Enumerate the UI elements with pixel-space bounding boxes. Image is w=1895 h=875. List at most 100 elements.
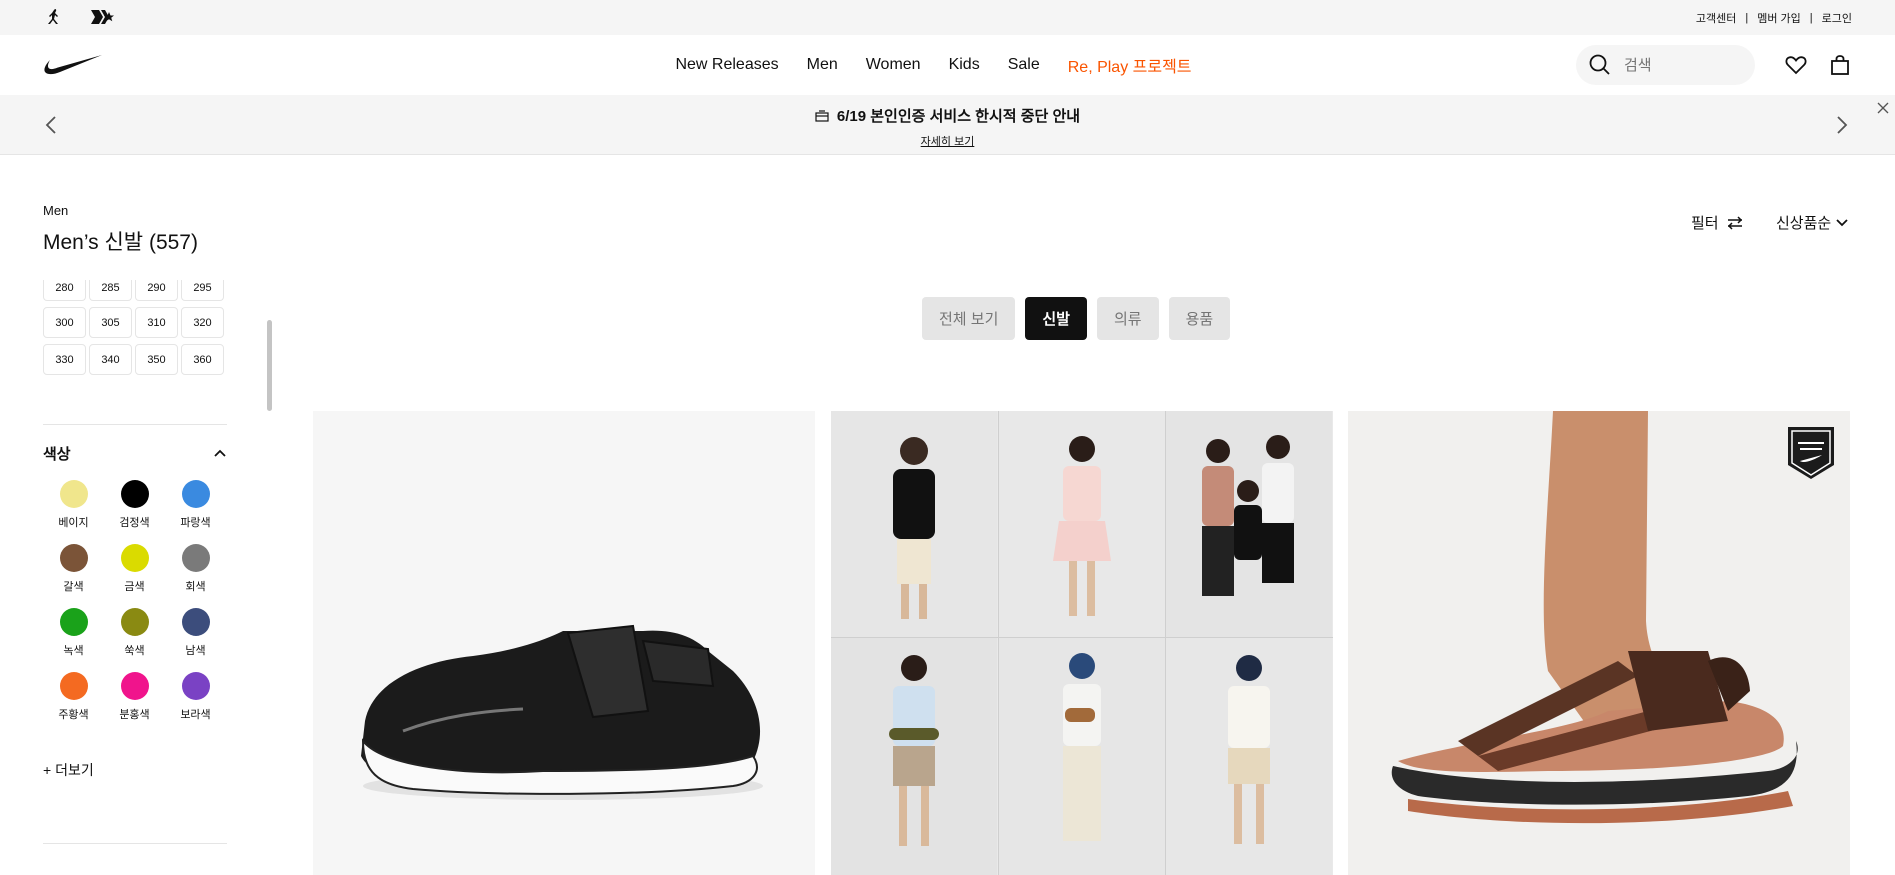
color-option[interactable]: 분홍색	[104, 672, 165, 722]
size-option[interactable]: 290	[135, 280, 178, 301]
sort-dropdown[interactable]: 신상품순	[1776, 212, 1849, 233]
sort-label: 신상품순	[1776, 215, 1832, 232]
converse-logo-icon[interactable]	[88, 6, 116, 28]
color-option[interactable]: 금색	[104, 544, 165, 594]
color-section-header[interactable]: 색상	[43, 442, 227, 464]
size-option[interactable]: 340	[89, 344, 132, 375]
breadcrumb[interactable]: Men	[43, 203, 68, 218]
color-option[interactable]: 파랑색	[165, 480, 226, 530]
color-label: 녹색	[63, 645, 84, 657]
color-option[interactable]: 베이지	[43, 480, 104, 530]
chip-all[interactable]: 전체 보기	[922, 297, 1016, 340]
sidebar-scrollbar[interactable]	[267, 320, 272, 411]
utility-bar: 고객센터 | 멤버 가입 | 로그인	[0, 0, 1895, 35]
model-photo	[1166, 638, 1333, 875]
promo-next-chevron-right-icon[interactable]	[1830, 113, 1854, 137]
product-card[interactable]	[313, 411, 815, 875]
color-label: 회색	[185, 581, 206, 593]
chip-equipment[interactable]: 용품	[1168, 297, 1231, 340]
size-option[interactable]: 295	[181, 280, 224, 301]
color-swatch[interactable]	[59, 608, 88, 636]
search-box[interactable]	[1576, 45, 1755, 85]
nav-women[interactable]: Women	[866, 56, 921, 74]
chip-apparel[interactable]: 의류	[1096, 297, 1159, 340]
size-option[interactable]: 285	[89, 280, 132, 301]
color-swatch[interactable]	[59, 480, 88, 508]
color-swatch[interactable]	[181, 544, 210, 572]
nav-new-releases[interactable]: New Releases	[675, 56, 778, 74]
favorites-heart-icon[interactable]	[1780, 49, 1812, 81]
promo-content: 6/19 본인인증 서비스 한시적 중단 안내 자세히 보기	[0, 105, 1895, 149]
promo-card[interactable]	[831, 411, 1333, 875]
login-link[interactable]: 로그인	[1822, 10, 1852, 26]
lookbook-photo-grid	[831, 411, 1333, 875]
divider	[43, 424, 227, 425]
filter-button[interactable]: 필터	[1691, 212, 1743, 233]
size-option[interactable]: 300	[43, 307, 86, 338]
nav-sale[interactable]: Sale	[1008, 56, 1040, 74]
color-swatch[interactable]	[181, 608, 210, 636]
color-swatch[interactable]	[181, 480, 210, 508]
size-grid: 280 285 290 295 300 305 310 320 330 340 …	[43, 280, 224, 375]
join-link[interactable]: 멤버 가입	[1757, 10, 1801, 26]
size-option[interactable]: 330	[43, 344, 86, 375]
promo-close-icon[interactable]	[1876, 101, 1892, 117]
product-image-shoe	[361, 624, 763, 800]
color-swatch[interactable]	[120, 544, 149, 572]
size-option[interactable]: 360	[181, 344, 224, 375]
shopping-bag-icon[interactable]	[1824, 49, 1856, 81]
color-swatch[interactable]	[59, 672, 88, 700]
promo-title-text: 6/19 본인인증 서비스 한시적 중단 안내	[836, 108, 1081, 125]
color-label: 분홍색	[119, 709, 150, 721]
search-input[interactable]	[1624, 56, 1734, 74]
color-swatch[interactable]	[120, 672, 149, 700]
color-option[interactable]: 갈색	[43, 544, 104, 594]
color-option[interactable]: 보라색	[165, 672, 226, 722]
chevron-down-icon	[1836, 218, 1848, 226]
product-image-sandal	[1391, 411, 1798, 824]
color-option[interactable]: 남색	[165, 608, 226, 658]
color-option[interactable]: 회색	[165, 544, 226, 594]
color-option[interactable]: 검정색	[104, 480, 165, 530]
filter-sliders-icon	[1727, 215, 1742, 230]
promo-details-link[interactable]: 자세히 보기	[0, 133, 1895, 149]
jordan-logo-icon[interactable]	[41, 6, 69, 28]
filter-sidebar: 280 285 290 295 300 305 310 320 330 340 …	[43, 280, 227, 875]
nav-men[interactable]: Men	[807, 56, 838, 74]
size-option[interactable]: 280	[43, 280, 86, 301]
filter-label: 필터	[1691, 215, 1719, 232]
size-option[interactable]: 310	[135, 307, 178, 338]
customer-service-link[interactable]: 고객센터	[1696, 10, 1736, 26]
category-chips: 전체 보기 신발 의류 용품	[922, 297, 1231, 340]
more-colors-button[interactable]: + 더보기	[43, 760, 94, 780]
color-swatch[interactable]	[120, 608, 149, 636]
color-option[interactable]: 쑥색	[104, 608, 165, 658]
color-option[interactable]: 녹색	[43, 608, 104, 658]
size-option[interactable]: 305	[89, 307, 132, 338]
size-option[interactable]: 320	[181, 307, 224, 338]
color-swatch[interactable]	[120, 480, 149, 508]
color-label: 갈색	[63, 581, 84, 593]
model-photo	[998, 638, 1166, 875]
color-label: 파랑색	[180, 517, 211, 529]
color-options: 베이지 검정색 파랑색갈색 금색 회색녹색 쑥색 남색주황색 분홍색 보라색	[43, 480, 227, 722]
promo-title: 6/19 본인인증 서비스 한시적 중단 안내	[815, 105, 1080, 126]
nav-replay-project[interactable]: Re, Play 프로젝트	[1068, 53, 1192, 77]
search-icon[interactable]	[1580, 45, 1620, 85]
nav-kids[interactable]: Kids	[949, 56, 980, 74]
color-label: 보라색	[180, 709, 211, 721]
model-photo	[1166, 411, 1333, 637]
color-swatch[interactable]	[59, 544, 88, 572]
nike-logo-icon[interactable]	[42, 53, 104, 77]
model-photo	[831, 411, 998, 637]
color-label: 검정색	[119, 517, 150, 529]
chip-shoes[interactable]: 신발	[1025, 297, 1087, 340]
color-swatch[interactable]	[181, 672, 210, 700]
chevron-up-icon	[214, 449, 226, 457]
color-label: 베이지	[58, 517, 89, 529]
size-option[interactable]: 350	[135, 344, 178, 375]
color-label: 쑥색	[124, 645, 145, 657]
next-filter-heading[interactable]	[43, 862, 47, 875]
color-option[interactable]: 주황색	[43, 672, 104, 722]
product-card[interactable]	[1348, 411, 1850, 875]
